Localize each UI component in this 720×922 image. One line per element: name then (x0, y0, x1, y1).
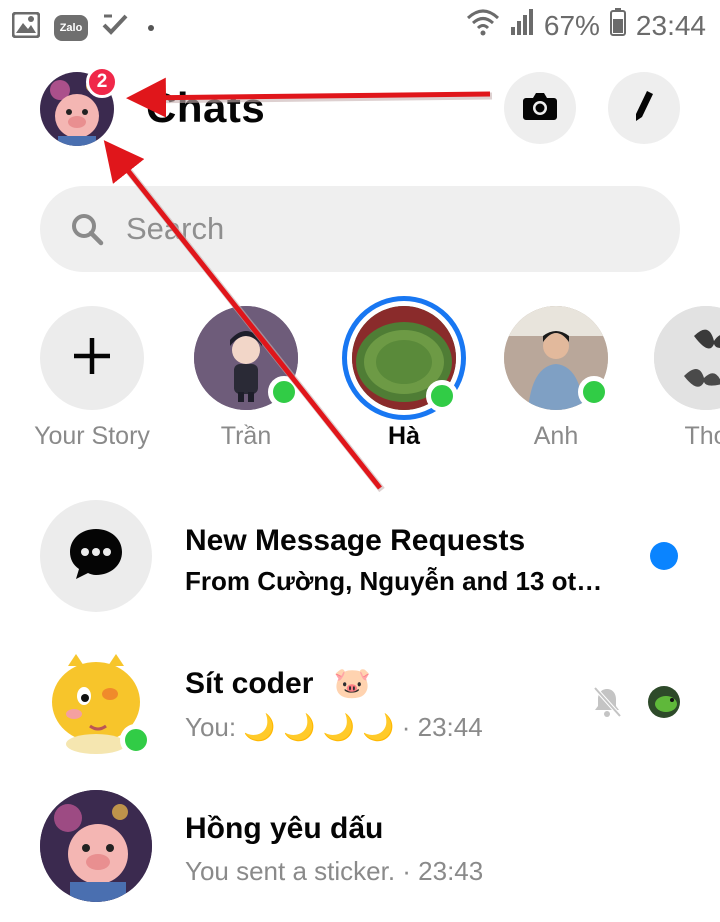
message-requests-avatar (40, 500, 152, 612)
chat-name: New Message Requests (185, 524, 526, 557)
chat-name: Hồng yêu dấu (185, 812, 384, 845)
camera-button[interactable] (504, 72, 576, 144)
page-title: Chats (146, 84, 266, 131)
chat-name-text: Sít coder (185, 667, 314, 700)
story-label: Your Story (34, 422, 150, 450)
story-tran[interactable]: Trần (194, 296, 324, 466)
camera-icon (522, 91, 558, 126)
stories-row: Your Story Trần Hà Anh Th (0, 296, 720, 466)
online-indicator (426, 380, 458, 412)
pig-emoji: 🐷 (333, 667, 372, 700)
plus-icon (72, 336, 112, 381)
chat-preview: You sent a sticker. · 23:43 (185, 856, 484, 886)
story-tho[interactable]: Tho (654, 296, 720, 466)
status-bar: Zalo 67% 23:44 (0, 0, 720, 52)
story-your-story[interactable]: Your Story (34, 296, 170, 466)
avatar (654, 306, 720, 410)
search-bar[interactable] (40, 186, 680, 272)
online-indicator (578, 376, 610, 408)
add-story-button[interactable] (40, 306, 144, 410)
story-label: Tho (684, 422, 720, 450)
clock: 23:44 (635, 9, 706, 41)
online-indicator (120, 724, 152, 756)
search-input[interactable] (126, 206, 646, 252)
story-ha[interactable]: Hà (342, 296, 472, 466)
chat-row-hong-yeu-dau[interactable]: Hồng yêu dấu You sent a sticker. · 23:43 (0, 790, 720, 920)
online-indicator (268, 376, 300, 408)
avatar (40, 790, 152, 902)
chat-preview: From Cường, Nguyễn and 13 oth… (185, 566, 615, 596)
story-label: Hà (388, 422, 420, 450)
chat-row-message-requests[interactable]: New Message Requests From Cường, Nguyễn … (0, 500, 720, 630)
signal-icon (510, 9, 534, 42)
story-label: Anh (533, 422, 579, 450)
dot-icon (148, 24, 154, 31)
zalo-icon: Zalo (54, 14, 88, 41)
muted-bell-icon (592, 686, 622, 723)
chat-preview: You: 🌙 🌙 🌙 🌙 · 23:44 (185, 712, 585, 743)
unread-indicator (650, 542, 678, 570)
gallery-icon (11, 11, 41, 43)
preview-time: · 23:44 (401, 712, 483, 742)
search-icon (70, 212, 104, 251)
wifi-icon (466, 8, 500, 43)
seen-avatar (648, 686, 680, 718)
story-anh[interactable]: Anh (504, 296, 634, 466)
pencil-icon (633, 89, 655, 128)
moon-emojis: 🌙 🌙 🌙 🌙 (243, 712, 395, 742)
check-icon (102, 12, 128, 43)
story-label: Trần (220, 422, 272, 450)
battery-icon (609, 8, 626, 43)
chat-bubble-icon (68, 527, 124, 586)
battery-percent: 67% (543, 9, 600, 41)
notification-badge: 2 (86, 66, 118, 98)
preview-prefix: You: (185, 712, 237, 742)
chat-row-sit-coder[interactable]: Sít coder 🐷 You: 🌙 🌙 🌙 🌙 · 23:44 (0, 644, 720, 774)
new-message-button[interactable] (608, 72, 680, 144)
chat-name: Sít coder 🐷 (185, 666, 371, 701)
